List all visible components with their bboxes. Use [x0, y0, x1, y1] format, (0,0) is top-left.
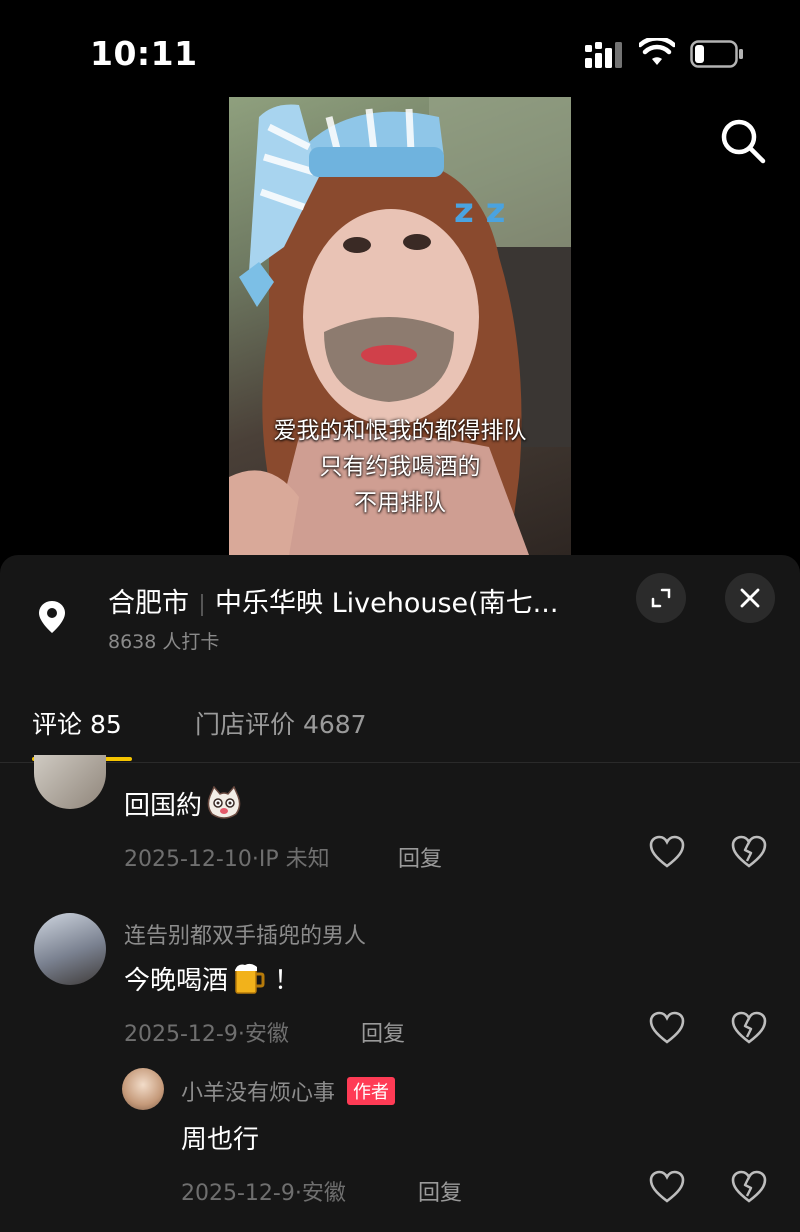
- comment-item: 回国約 2025-12-10·IP 未知 回复: [0, 755, 800, 885]
- like-heart-icon[interactable]: [649, 1011, 685, 1045]
- comment-date: 2025-12-10·IP 未知: [124, 847, 330, 872]
- caption-line-1: 爱我的和恨我的都得排队: [273, 418, 527, 444]
- comment-text-content: 今晚喝酒: [124, 966, 229, 996]
- comment-text: 周也行: [181, 1125, 260, 1155]
- status-bar: 10:11: [0, 0, 800, 100]
- status-time: 10:11: [90, 34, 198, 73]
- close-icon: [740, 588, 760, 608]
- comment-date: 2025-12-9·安徽: [181, 1181, 346, 1206]
- comment-date: 2025-12-9·安徽: [124, 1022, 289, 1047]
- reply-button[interactable]: 回复: [398, 841, 442, 873]
- reply-comment-item: 小羊没有烦心事 作者 周也行 2025-12-9·安徽 回复: [0, 1065, 800, 1225]
- cat-face-emoji-icon: [207, 786, 241, 819]
- battery-icon: [690, 40, 743, 68]
- dislike-broken-heart-icon[interactable]: [731, 1011, 767, 1045]
- comment-text: 回国約: [124, 785, 242, 822]
- tab-store-reviews[interactable]: 门店评价 4687: [195, 705, 367, 741]
- location-title[interactable]: 合肥市 中乐华映 Livehouse(南七...: [108, 581, 628, 620]
- beer-mug-emoji-icon: [235, 963, 265, 994]
- location-city: 合肥市: [108, 588, 189, 619]
- svg-text:z z: z z: [454, 191, 505, 231]
- signal-icon: [585, 42, 622, 68]
- like-heart-icon[interactable]: [649, 835, 685, 869]
- avatar[interactable]: [34, 755, 106, 809]
- avatar[interactable]: [34, 913, 106, 985]
- author-badge: 作者: [347, 1077, 396, 1105]
- dislike-broken-heart-icon[interactable]: [731, 1170, 767, 1204]
- avatar[interactable]: [122, 1068, 164, 1110]
- reply-button[interactable]: 回复: [361, 1016, 405, 1048]
- wifi-icon: [639, 38, 675, 65]
- search-icon[interactable]: [718, 116, 768, 166]
- caption-line-2: 只有约我喝酒的: [319, 454, 481, 480]
- dislike-broken-heart-icon[interactable]: [731, 835, 767, 869]
- reply-button[interactable]: 回复: [418, 1175, 462, 1207]
- expand-icon: [651, 588, 671, 608]
- video-caption: 爱我的和恨我的都得排队 只有约我喝酒的 不用排队: [229, 413, 571, 521]
- comment-author[interactable]: 小羊没有烦心事 作者: [181, 1075, 396, 1107]
- comment-item: 连告别都双手插兜的男人 今晚喝酒 ！ 2025-12-9·安徽 回复: [0, 910, 800, 1060]
- comments-sheet: 合肥市 中乐华映 Livehouse(南七... 8638 人打卡 评论 85 门…: [0, 555, 800, 1232]
- location-venue: 中乐华映 Livehouse(南七...: [215, 588, 559, 619]
- comment-text: 今晚喝酒 ！: [124, 960, 300, 997]
- like-heart-icon[interactable]: [649, 1170, 685, 1204]
- screen: 10:11 z z 爱我的和恨我的都得排队 只有约我喝酒的 不用排队 合肥市 中…: [0, 0, 800, 1232]
- comment-author-name: 小羊没有烦心事: [181, 1081, 336, 1106]
- location-pin-icon: [39, 601, 65, 633]
- checkin-count: 8638 人打卡: [108, 631, 220, 653]
- video-player[interactable]: z z 爱我的和恨我的都得排队 只有约我喝酒的 不用排队: [229, 97, 571, 555]
- comment-text-content: 回国約: [124, 791, 203, 821]
- caption-line-3: 不用排队: [354, 490, 446, 516]
- close-button[interactable]: [725, 573, 775, 623]
- expand-button[interactable]: [636, 573, 686, 623]
- comment-text-suffix: ！: [274, 966, 301, 996]
- tab-comments[interactable]: 评论 85: [32, 705, 122, 741]
- location-divider: [201, 593, 203, 616]
- comment-author[interactable]: 连告别都双手插兜的男人: [124, 918, 366, 950]
- tab-bar: 评论 85 门店评价 4687: [0, 685, 800, 763]
